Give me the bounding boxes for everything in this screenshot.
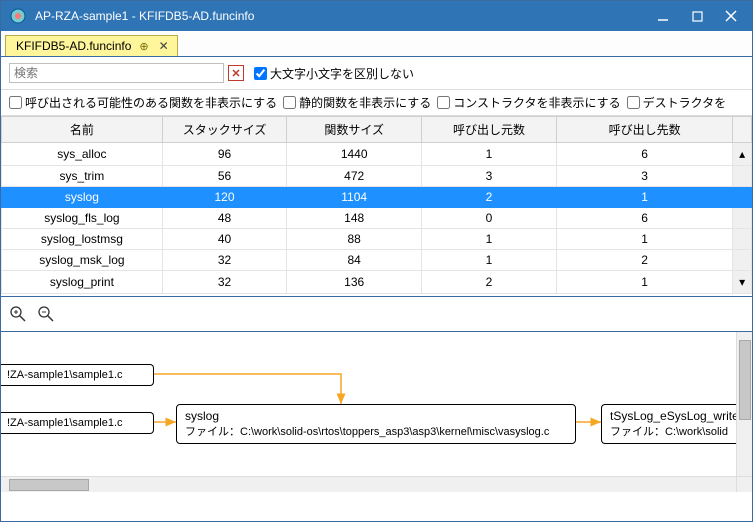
scroll-corner: [736, 476, 752, 492]
case-insensitive-checkbox[interactable]: 大文字小文字を区別しない: [254, 65, 414, 82]
cell-callees: 1: [556, 271, 732, 294]
cell-name: syslog_lostmsg: [2, 229, 163, 250]
hide-destructors-checkbox[interactable]: デストラクタを: [627, 94, 727, 111]
scroll-track-cell: [733, 229, 752, 250]
cell-callers: 0: [422, 208, 557, 229]
call-graph[interactable]: !ZA-sample1\sample1.c !ZA-sample1\sample…: [1, 332, 752, 492]
caller-node-a[interactable]: !ZA-sample1\sample1.c: [1, 364, 154, 386]
scroll-track-cell: [733, 208, 752, 229]
search-bar: ✕ 大文字小文字を区別しない: [1, 57, 752, 90]
cell-stack: 96: [162, 143, 286, 166]
cell-name: syslog_print: [2, 271, 163, 294]
cell-name: syslog_fls_log: [2, 208, 163, 229]
cell-name: syslog_msk_log: [2, 250, 163, 271]
table-row[interactable]: syslog_msk_log328412: [2, 250, 752, 271]
pin-icon[interactable]: ⊕: [139, 40, 148, 53]
tab-close-icon[interactable]: ✕: [157, 39, 171, 53]
scroll-track-cell: [733, 250, 752, 271]
center-node-syslog[interactable]: syslog ファイル：C:\work\solid-os\rtos\topper…: [176, 404, 576, 444]
maximize-button[interactable]: [680, 1, 714, 31]
cell-stack: 32: [162, 250, 286, 271]
window-title: AP-RZA-sample1 - KFIFDB5-AD.funcinfo: [35, 9, 646, 23]
function-table[interactable]: 名前 スタックサイズ 関数サイズ 呼び出し元数 呼び出し先数 sys_alloc…: [1, 116, 752, 294]
app-icon: [9, 7, 27, 25]
case-insensitive-label: 大文字小文字を区別しない: [270, 65, 414, 82]
cell-callers: 1: [422, 250, 557, 271]
caller-node-b[interactable]: !ZA-sample1\sample1.c: [1, 412, 154, 434]
cell-callers: 3: [422, 166, 557, 187]
search-input[interactable]: [9, 63, 224, 83]
minimize-button[interactable]: [646, 1, 680, 31]
vscroll-thumb[interactable]: [739, 340, 751, 420]
tab-label: KFIFDB5-AD.funcinfo: [16, 39, 131, 53]
table-row[interactable]: sys_trim5647233: [2, 166, 752, 187]
cell-callees: 6: [556, 208, 732, 229]
scrollbar-header: [733, 117, 752, 143]
cell-funcsize: 84: [287, 250, 422, 271]
graph-hscrollbar[interactable]: [1, 476, 752, 492]
hscroll-thumb[interactable]: [9, 479, 89, 491]
cell-callers: 1: [422, 229, 557, 250]
cell-callees: 3: [556, 166, 732, 187]
case-insensitive-box[interactable]: [254, 67, 267, 80]
tab-funcinfo[interactable]: KFIFDB5-AD.funcinfo ⊕ ✕: [5, 35, 178, 56]
hide-static-checkbox[interactable]: 静的関数を非表示にする: [283, 94, 431, 111]
tab-strip: KFIFDB5-AD.funcinfo ⊕ ✕: [1, 31, 752, 57]
cell-callers: 2: [422, 187, 557, 208]
cell-funcsize: 472: [287, 166, 422, 187]
scroll-track-cell: [733, 166, 752, 187]
cell-callers: 2: [422, 271, 557, 294]
cell-callees: 2: [556, 250, 732, 271]
cell-stack: 40: [162, 229, 286, 250]
cell-funcsize: 88: [287, 229, 422, 250]
cell-funcsize: 148: [287, 208, 422, 229]
cell-funcsize: 1104: [287, 187, 422, 208]
cell-name: syslog: [2, 187, 163, 208]
graph-vscrollbar[interactable]: [736, 332, 752, 476]
cell-stack: 32: [162, 271, 286, 294]
col-callers[interactable]: 呼び出し元数: [422, 117, 557, 143]
table-row[interactable]: syslog_lostmsg408811: [2, 229, 752, 250]
cell-stack: 120: [162, 187, 286, 208]
cell-name: sys_trim: [2, 166, 163, 187]
cell-callees: 1: [556, 187, 732, 208]
table-row[interactable]: sys_alloc96144016▴: [2, 143, 752, 166]
function-table-wrap: 名前 スタックサイズ 関数サイズ 呼び出し元数 呼び出し先数 sys_alloc…: [1, 116, 752, 294]
hide-possible-callees-checkbox[interactable]: 呼び出される可能性のある関数を非表示にする: [9, 94, 277, 111]
callee-node[interactable]: tSysLog_eSysLog_write ファイル：C:\work\solid: [601, 404, 741, 444]
col-stack[interactable]: スタックサイズ: [162, 117, 286, 143]
titlebar: AP-RZA-sample1 - KFIFDB5-AD.funcinfo: [1, 1, 752, 31]
scroll-track-cell[interactable]: ▾: [733, 271, 752, 294]
table-row[interactable]: syslog120110421: [2, 187, 752, 208]
table-header-row: 名前 スタックサイズ 関数サイズ 呼び出し元数 呼び出し先数: [2, 117, 752, 143]
cell-funcsize: 1440: [287, 143, 422, 166]
cell-name: sys_alloc: [2, 143, 163, 166]
zoom-toolbar: [1, 296, 752, 332]
cell-callers: 1: [422, 143, 557, 166]
scroll-track-cell: [733, 187, 752, 208]
table-row[interactable]: syslog_fls_log4814806: [2, 208, 752, 229]
cell-funcsize: 136: [287, 271, 422, 294]
col-funcsize[interactable]: 関数サイズ: [287, 117, 422, 143]
clear-search-icon[interactable]: ✕: [228, 65, 244, 81]
col-callees[interactable]: 呼び出し先数: [556, 117, 732, 143]
cell-callees: 6: [556, 143, 732, 166]
hide-constructors-checkbox[interactable]: コンストラクタを非表示にする: [437, 94, 620, 111]
cell-stack: 56: [162, 166, 286, 187]
cell-callees: 1: [556, 229, 732, 250]
scroll-track-cell[interactable]: ▴: [733, 143, 752, 166]
zoom-in-icon[interactable]: [9, 305, 27, 323]
cell-stack: 48: [162, 208, 286, 229]
table-row[interactable]: syslog_print3213621▾: [2, 271, 752, 294]
zoom-out-icon[interactable]: [37, 305, 55, 323]
filter-options-row: 呼び出される可能性のある関数を非表示にする 静的関数を非表示にする コンストラク…: [1, 90, 752, 116]
col-name[interactable]: 名前: [2, 117, 163, 143]
close-button[interactable]: [714, 1, 748, 31]
